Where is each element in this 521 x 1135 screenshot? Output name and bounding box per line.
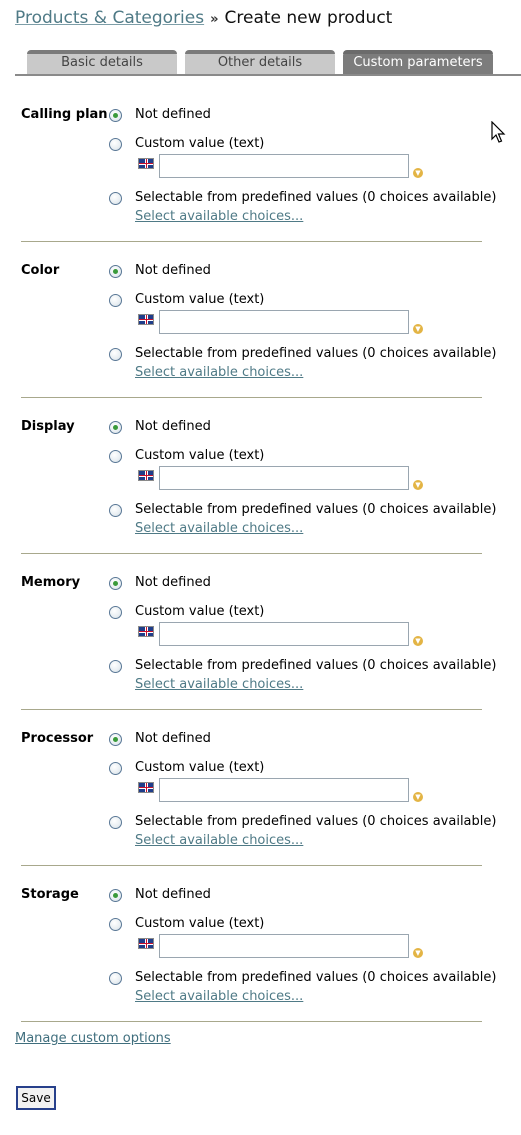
parameter-group: Processor Not defined Custom value (text) ▼… [0,724,521,880]
page-title: Create new product [224,8,393,28]
option-not-defined-label: Not defined [135,419,211,434]
uk-flag-icon [138,314,154,325]
radio-selectable[interactable] [109,504,122,517]
parameter-label: Processor [21,731,94,746]
parameter-label: Storage [21,887,79,902]
select-available-choices-link[interactable]: Select available choices... [135,677,303,692]
info-dot-icon[interactable]: ▼ [413,168,423,178]
custom-value-input[interactable] [159,310,409,334]
radio-not-defined[interactable] [109,889,122,902]
option-selectable-label: Selectable from predefined values (0 cho… [135,970,497,985]
custom-value-input[interactable] [159,622,409,646]
uk-flag-icon [138,470,154,481]
radio-custom-value[interactable] [109,918,122,931]
select-available-choices-link[interactable]: Select available choices... [135,209,303,224]
parameter-group: Color Not defined Custom value (text) ▼ Sele… [0,256,521,412]
parameter-group: Storage Not defined Custom value (text) ▼ Se… [0,880,521,1036]
option-custom-value-label: Custom value (text) [135,760,265,775]
tab-custom-parameters[interactable]: Custom parameters [343,50,493,74]
custom-parameters-list: Calling plan Not defined Custom value (tex… [0,100,521,1036]
radio-not-defined[interactable] [109,265,122,278]
manage-custom-options-link[interactable]: Manage custom options [15,1031,171,1046]
uk-flag-icon [138,938,154,949]
option-custom-value-label: Custom value (text) [135,292,265,307]
radio-custom-value[interactable] [109,138,122,151]
info-dot-icon[interactable]: ▼ [413,324,423,334]
parameter-group: Display Not defined Custom value (text) ▼ Se… [0,412,521,568]
parameter-label: Calling plan [21,107,108,122]
select-available-choices-link[interactable]: Select available choices... [135,833,303,848]
radio-custom-value[interactable] [109,450,122,463]
info-dot-icon[interactable]: ▼ [413,948,423,958]
uk-flag-icon [138,158,154,169]
radio-not-defined[interactable] [109,109,122,122]
radio-not-defined[interactable] [109,421,122,434]
section-divider [21,397,482,398]
select-available-choices-link[interactable]: Select available choices... [135,521,303,536]
option-selectable-label: Selectable from predefined values (0 cho… [135,814,497,829]
tab-label: Basic details [61,55,143,70]
info-dot-icon[interactable]: ▼ [413,480,423,490]
option-selectable-label: Selectable from predefined values (0 cho… [135,190,497,205]
option-selectable-label: Selectable from predefined values (0 cho… [135,346,497,361]
breadcrumb-products-categories[interactable]: Products & Categories [15,8,204,28]
custom-value-input[interactable] [159,934,409,958]
info-dot-icon[interactable]: ▼ [413,636,423,646]
option-selectable-label: Selectable from predefined values (0 cho… [135,658,497,673]
option-custom-value-label: Custom value (text) [135,136,265,151]
radio-selectable[interactable] [109,816,122,829]
custom-value-input[interactable] [159,778,409,802]
section-divider [21,709,482,710]
section-divider [21,553,482,554]
parameter-label: Memory [21,575,81,590]
parameter-label: Display [21,419,75,434]
option-custom-value-label: Custom value (text) [135,916,265,931]
select-available-choices-link[interactable]: Select available choices... [135,365,303,380]
tab-bar: Basic details Other details Custom param… [15,50,521,76]
option-not-defined-label: Not defined [135,887,211,902]
parameter-group: Memory Not defined Custom value (text) ▼ Sel… [0,568,521,724]
radio-selectable[interactable] [109,348,122,361]
save-button[interactable]: Save [16,1086,56,1110]
option-custom-value-label: Custom value (text) [135,604,265,619]
option-not-defined-label: Not defined [135,263,211,278]
tab-label: Custom parameters [353,55,483,70]
option-not-defined-label: Not defined [135,575,211,590]
tab-other-details[interactable]: Other details [185,50,335,74]
parameter-label: Color [21,263,60,278]
option-custom-value-label: Custom value (text) [135,448,265,463]
section-divider [21,241,482,242]
select-available-choices-link[interactable]: Select available choices... [135,989,303,1004]
radio-selectable[interactable] [109,660,122,673]
radio-custom-value[interactable] [109,762,122,775]
section-divider [21,865,482,866]
custom-value-input[interactable] [159,466,409,490]
uk-flag-icon [138,782,154,793]
custom-value-input[interactable] [159,154,409,178]
radio-selectable[interactable] [109,192,122,205]
section-divider [21,1021,482,1022]
page-header: Products & Categories » Create new product [15,8,392,28]
radio-not-defined[interactable] [109,733,122,746]
radio-not-defined[interactable] [109,577,122,590]
breadcrumb-separator: » [210,12,219,27]
radio-custom-value[interactable] [109,294,122,307]
tab-label: Other details [217,55,303,70]
radio-selectable[interactable] [109,972,122,985]
option-not-defined-label: Not defined [135,731,211,746]
tab-basic-details[interactable]: Basic details [27,50,177,74]
radio-custom-value[interactable] [109,606,122,619]
option-selectable-label: Selectable from predefined values (0 cho… [135,502,497,517]
uk-flag-icon [138,626,154,637]
option-not-defined-label: Not defined [135,107,211,122]
parameter-group: Calling plan Not defined Custom value (tex… [0,100,521,256]
info-dot-icon[interactable]: ▼ [413,792,423,802]
